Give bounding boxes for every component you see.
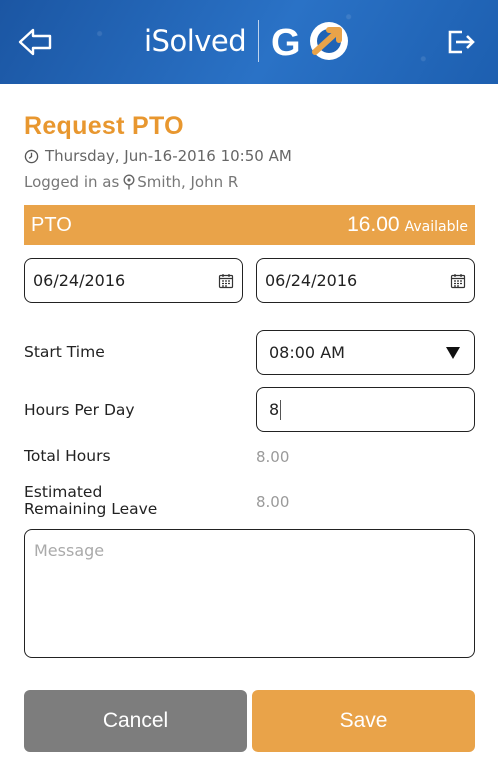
back-arrow-icon (18, 28, 52, 56)
caret-down-icon (446, 346, 460, 359)
start-time-select[interactable]: 08:00 AM (256, 330, 475, 375)
hours-per-day-input[interactable]: 8 (256, 387, 475, 432)
brand-logo: iSolved G (144, 16, 353, 66)
current-datetime: Thursday, Jun-16-2016 10:50 AM (24, 147, 292, 165)
available-label: Available (404, 219, 468, 235)
page-title: Request PTO (24, 112, 184, 140)
available-balance: 16.00 Available (347, 213, 468, 237)
end-date-value: 06/24/2016 (265, 271, 358, 290)
logout-icon (448, 30, 475, 54)
pin-icon (123, 174, 135, 190)
start-date-field[interactable]: 06/24/2016 (24, 258, 243, 303)
hours-per-day-value: 8 (269, 400, 280, 419)
svg-text:G: G (271, 22, 301, 64)
calendar-icon[interactable] (450, 273, 466, 289)
back-button[interactable] (16, 22, 56, 62)
estimated-remaining-label: Estimated Remaining Leave (24, 484, 157, 518)
logged-in-line: Logged in as Smith, John R (24, 173, 238, 191)
estimated-label-line2: Remaining Leave (24, 500, 158, 518)
save-button[interactable]: Save (252, 690, 475, 752)
message-textarea[interactable]: Message (24, 529, 475, 658)
total-hours-label: Total Hours (24, 447, 111, 465)
text-cursor (280, 399, 282, 420)
clock-icon (24, 149, 39, 163)
start-time-value: 08:00 AM (269, 343, 345, 362)
datetime-text: Thursday, Jun-16-2016 10:50 AM (45, 147, 292, 165)
total-hours-value: 8.00 (256, 448, 290, 466)
logged-in-user: Smith, John R (137, 173, 239, 191)
go-logo-icon: G (271, 22, 349, 64)
hours-per-day-label: Hours Per Day (24, 401, 135, 419)
available-amount: 16.00 (347, 213, 400, 236)
calendar-icon[interactable] (218, 273, 234, 289)
leave-type: PTO (31, 213, 72, 236)
pto-balance-bar[interactable]: PTO 16.00 Available (24, 205, 475, 245)
brand-divider (258, 20, 260, 62)
message-placeholder: Message (34, 541, 105, 560)
end-date-field[interactable]: 06/24/2016 (256, 258, 475, 303)
app-header: iSolved G (0, 0, 498, 84)
cancel-button[interactable]: Cancel (24, 690, 247, 752)
start-date-value: 06/24/2016 (33, 271, 126, 290)
logged-in-prefix: Logged in as (24, 173, 120, 191)
brand-name: iSolved (144, 24, 247, 58)
estimated-label-line1: Estimated (24, 483, 103, 501)
start-time-label: Start Time (24, 343, 105, 361)
estimated-remaining-value: 8.00 (256, 493, 290, 511)
logout-button[interactable] (442, 22, 482, 62)
